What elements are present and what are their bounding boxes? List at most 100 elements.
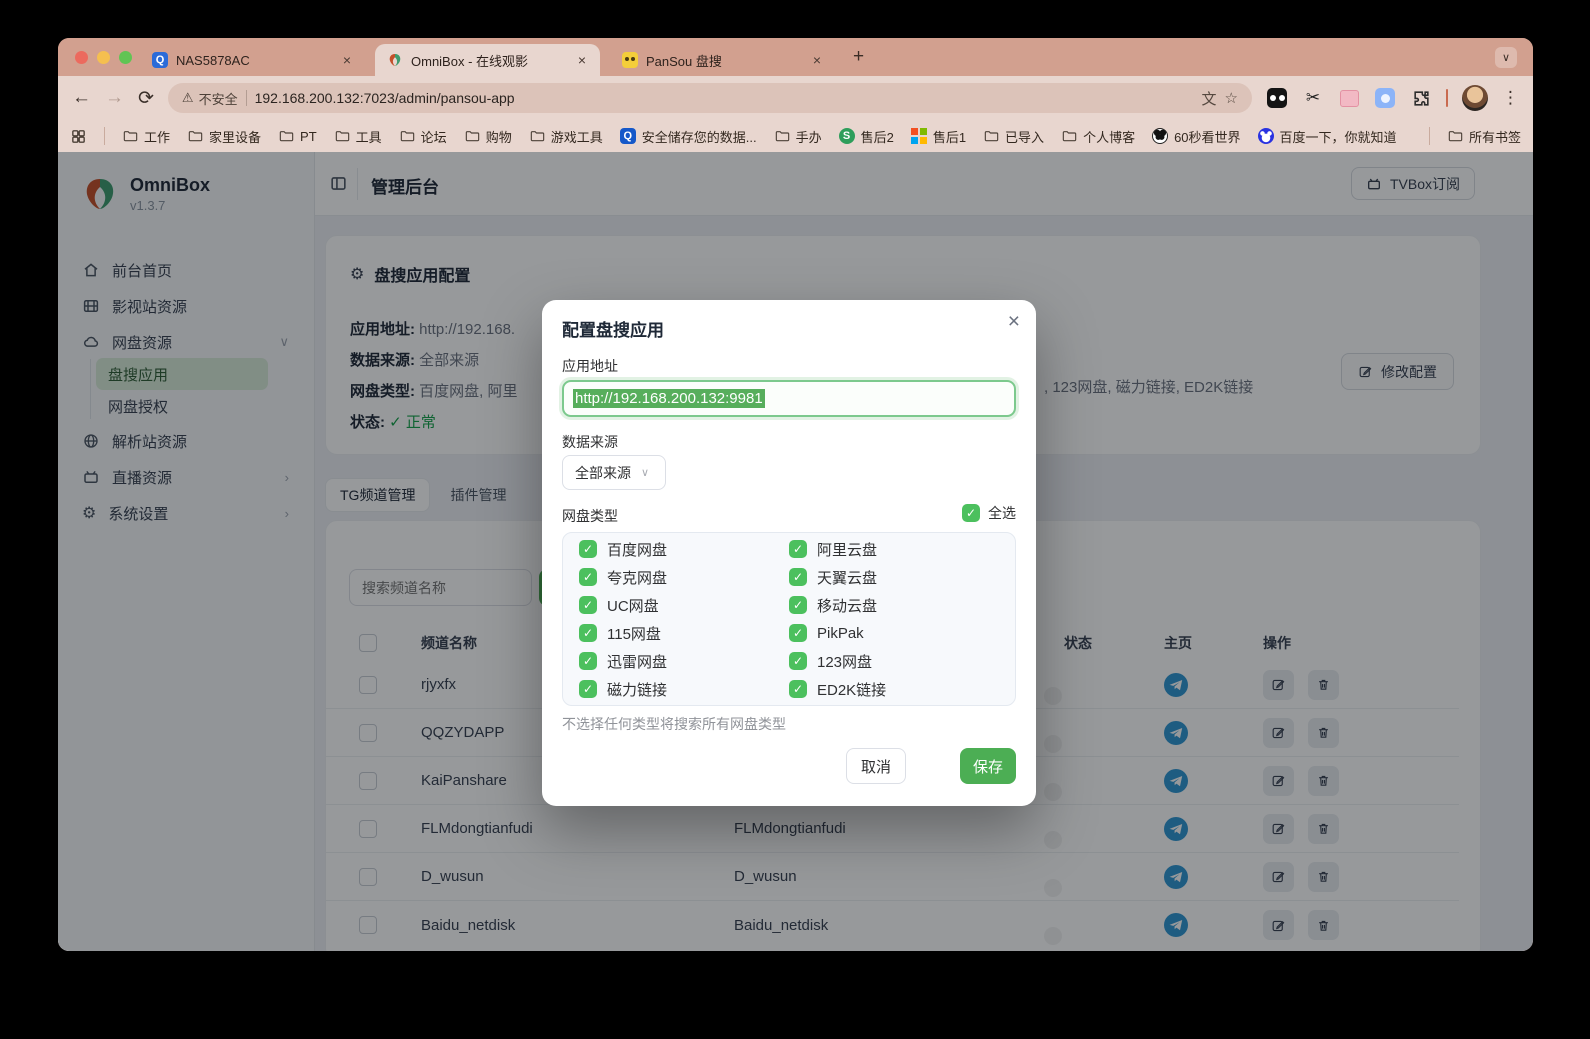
browser-tab-pansou[interactable]: PanSou 盘搜 ×	[610, 44, 835, 76]
bookmark-label: 个人博客	[1083, 127, 1135, 146]
drive-type-option[interactable]: ✓ 磁力链接	[579, 679, 789, 700]
extension-tv-icon[interactable]	[1338, 87, 1360, 109]
extension-scissors-icon[interactable]: ✂	[1302, 87, 1324, 109]
bookmark-microsoft[interactable]: 售后1	[911, 127, 966, 146]
app-address-input[interactable]: http://192.168.200.132:9981	[562, 380, 1016, 417]
drive-type-label: PikPak	[817, 625, 864, 642]
data-source-select[interactable]: 全部来源 ∨	[562, 455, 666, 490]
new-tab-button[interactable]: +	[853, 46, 864, 68]
bookmark-all-bookmarks[interactable]: 所有书签	[1447, 127, 1521, 146]
browser-tab-omnibox[interactable]: OmniBox - 在线观影 ×	[375, 44, 600, 76]
profile-avatar[interactable]	[1462, 85, 1488, 111]
back-icon[interactable]: ←	[72, 87, 91, 109]
bookmark-label: 家里设备	[209, 127, 261, 146]
checkbox-checked[interactable]: ✓	[579, 680, 597, 698]
drive-type-option[interactable]: ✓天翼云盘	[789, 567, 999, 588]
reload-icon[interactable]: ⟳	[138, 87, 154, 110]
checkbox-checked[interactable]: ✓	[579, 540, 597, 558]
drive-type-option[interactable]: ✓ 115网盘	[579, 623, 789, 644]
drive-type-option[interactable]: ✓123网盘	[789, 651, 999, 672]
bookmark-label: 安全储存您的数据...	[642, 127, 757, 146]
bookmark-baidu[interactable]: 百度一下，你就知道	[1258, 127, 1397, 146]
security-label: 不安全	[199, 89, 238, 108]
bookmark-folder[interactable]: 已导入	[983, 127, 1044, 146]
checkbox-checked[interactable]: ✓	[789, 568, 807, 586]
bookmark-folder[interactable]: 游戏工具	[529, 127, 603, 146]
forward-icon[interactable]: →	[105, 87, 124, 109]
tab-close-icon[interactable]: ×	[341, 52, 353, 68]
drive-type-option[interactable]: ✓ ED2K链接	[789, 679, 999, 700]
extension-camera-icon[interactable]	[1374, 87, 1396, 109]
drive-type-option[interactable]: ✓夸克网盘	[579, 567, 789, 588]
bookmark-folder[interactable]: 工作	[122, 127, 170, 146]
checkbox-checked[interactable]: ✓	[579, 596, 597, 614]
checkbox-checked[interactable]: ✓	[579, 624, 597, 642]
drive-type-label: 磁力链接	[607, 679, 667, 700]
bookmark-qnap[interactable]: Q 安全储存您的数据...	[620, 127, 757, 146]
select-all-control[interactable]: ✓ 全选	[962, 503, 1016, 523]
drive-type-option[interactable]: ✓ PikPak	[789, 623, 999, 644]
extension-eyes-icon[interactable]	[1266, 87, 1288, 109]
checkbox-checked[interactable]: ✓	[789, 540, 807, 558]
bookmark-folder[interactable]: 论坛	[399, 127, 447, 146]
bookmark-panda[interactable]: 60秒看世界	[1152, 127, 1240, 146]
checkbox-checked[interactable]: ✓	[789, 596, 807, 614]
bookmark-folder[interactable]: 家里设备	[187, 127, 261, 146]
drive-type-option[interactable]: ✓ 迅雷网盘	[579, 651, 789, 672]
drive-type-option[interactable]: ✓移动云盘	[789, 595, 999, 616]
app-address-label: 应用地址	[562, 356, 618, 376]
shopify-icon: S	[839, 128, 855, 144]
drive-type-label: ED2K链接	[817, 679, 886, 700]
tab-close-icon[interactable]: ×	[811, 52, 823, 68]
drive-type-option[interactable]: ✓百度网盘	[579, 539, 789, 560]
translate-icon[interactable]: 文	[1202, 88, 1217, 109]
browser-tab-nas[interactable]: Q NAS5878AC ×	[140, 44, 365, 76]
selected-option: 全部来源	[575, 463, 631, 483]
divider	[1429, 127, 1430, 145]
tab-search-chevron-button[interactable]: ∨	[1495, 47, 1517, 68]
browser-menu-icon[interactable]: ⋮	[1502, 88, 1519, 108]
bookmark-label: 售后1	[933, 127, 966, 146]
bookmark-folder[interactable]: 个人博客	[1061, 127, 1135, 146]
url-text[interactable]: 192.168.200.132:7023/admin/pansou-app	[255, 90, 1194, 106]
checkbox-checked[interactable]: ✓	[789, 652, 807, 670]
drive-type-label: 115网盘	[607, 623, 661, 644]
bookmark-folder[interactable]: 购物	[464, 127, 512, 146]
apps-grid-icon[interactable]	[70, 128, 87, 145]
save-button[interactable]: 保存	[960, 748, 1016, 784]
qnap-icon: Q	[620, 128, 636, 144]
bookmark-label: 工作	[144, 127, 170, 146]
extensions-puzzle-icon[interactable]	[1410, 87, 1432, 109]
window-minimize-button[interactable]	[97, 51, 110, 64]
bookmark-label: 所有书签	[1469, 127, 1521, 146]
modal-title: 配置盘搜应用	[562, 316, 664, 341]
security-chip[interactable]: ⚠ 不安全	[182, 89, 238, 108]
bookmark-label: 百度一下，你就知道	[1280, 127, 1397, 146]
drive-types-label: 网盘类型	[562, 506, 618, 526]
bookmark-shopify[interactable]: S 售后2	[839, 127, 894, 146]
nas-favicon: Q	[152, 52, 168, 68]
bookmark-label: 售后2	[861, 127, 894, 146]
close-icon[interactable]: ×	[1008, 310, 1020, 334]
address-bar[interactable]: ⚠ 不安全 192.168.200.132:7023/admin/pansou-…	[168, 83, 1252, 113]
drive-type-option[interactable]: ✓阿里云盘	[789, 539, 999, 560]
checkbox-checked[interactable]: ✓	[789, 680, 807, 698]
cancel-button[interactable]: 取消	[846, 748, 906, 784]
drive-type-option[interactable]: ✓UC网盘	[579, 595, 789, 616]
bookmark-folder[interactable]: PT	[278, 128, 317, 144]
window-zoom-button[interactable]	[119, 51, 132, 64]
checkbox-checked[interactable]: ✓	[789, 624, 807, 642]
tab-title: OmniBox - 在线观影	[411, 51, 568, 70]
bookmark-folder[interactable]: 手办	[774, 127, 822, 146]
select-all-checkbox[interactable]: ✓	[962, 504, 980, 522]
modal-hint: 不选择任何类型将搜索所有网盘类型	[562, 714, 786, 734]
checkbox-checked[interactable]: ✓	[579, 652, 597, 670]
tab-strip: Q NAS5878AC × OmniBox - 在线观影 × PanSou 盘搜…	[58, 38, 1533, 76]
window-close-button[interactable]	[75, 51, 88, 64]
bookmarks-bar: 工作 家里设备 PT 工具 论坛 购物 游戏工具 Q 安全储存您的数据... 手…	[58, 120, 1533, 152]
bookmark-folder[interactable]: 工具	[334, 127, 382, 146]
checkbox-checked[interactable]: ✓	[579, 568, 597, 586]
drive-type-label: 迅雷网盘	[607, 651, 667, 672]
tab-close-icon[interactable]: ×	[576, 52, 588, 68]
bookmark-star-icon[interactable]: ☆	[1225, 89, 1238, 107]
